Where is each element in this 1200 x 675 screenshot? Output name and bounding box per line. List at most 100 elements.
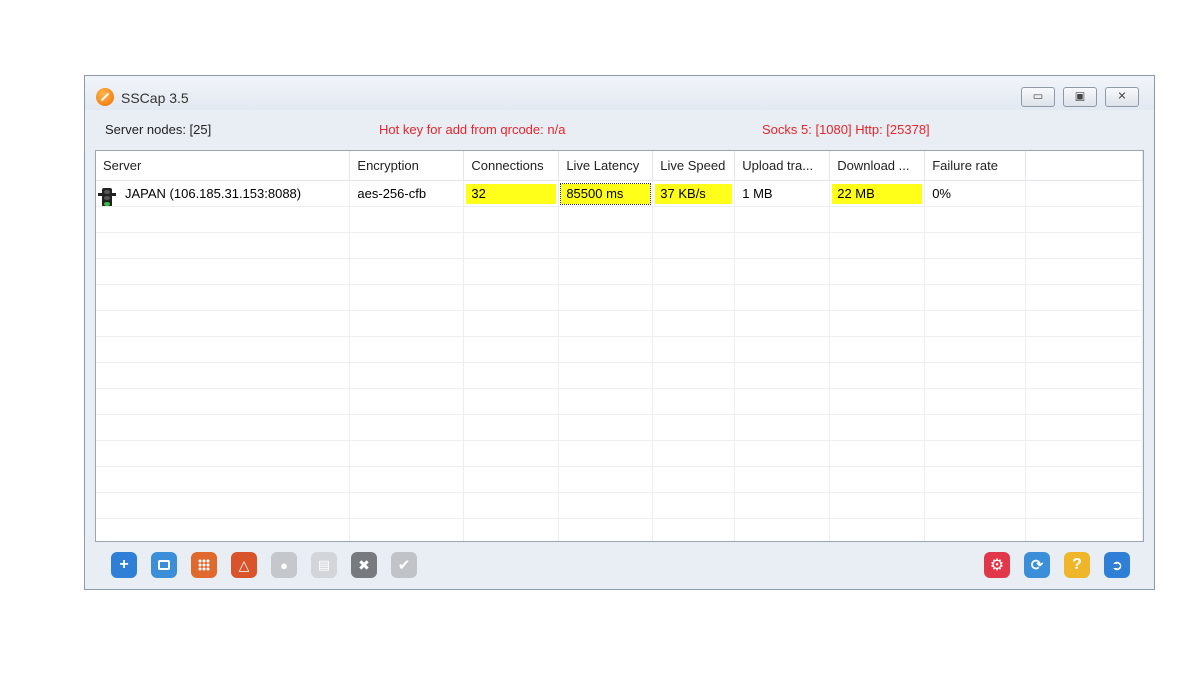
- settings-icon: ⚙: [989, 557, 1005, 574]
- delete-button[interactable]: ✖: [351, 552, 377, 578]
- add-icon: +: [119, 556, 129, 573]
- table-row[interactable]: JAPAN (106.185.31.153:8088) aes-256-cfb …: [96, 180, 1143, 207]
- add-server-button[interactable]: +: [111, 552, 137, 578]
- empty-cell: [829, 310, 926, 337]
- empty-cell: [1025, 492, 1143, 519]
- empty-cell: [349, 310, 465, 337]
- empty-cell: [829, 466, 926, 493]
- settings-button[interactable]: ⚙: [984, 552, 1010, 578]
- empty-cell: [558, 414, 654, 441]
- empty-cell: [734, 440, 831, 467]
- server-cell[interactable]: JAPAN (106.185.31.153:8088): [98, 184, 347, 206]
- empty-cell: [1025, 336, 1143, 363]
- qrcode-button[interactable]: [151, 552, 177, 578]
- empty-table-row: [96, 518, 1143, 541]
- empty-cell: [829, 284, 926, 311]
- empty-table-row: [96, 310, 1143, 337]
- empty-cell: [652, 362, 736, 389]
- help-button[interactable]: ?: [1064, 552, 1090, 578]
- empty-cell: [558, 258, 654, 285]
- empty-cell: [829, 414, 926, 441]
- empty-table-row: [96, 414, 1143, 441]
- maximize-button[interactable]: ▣: [1063, 87, 1097, 107]
- empty-cell: [463, 388, 560, 415]
- download-cell: 22 MB: [832, 183, 923, 204]
- empty-cell: [96, 466, 351, 493]
- empty-table-row: [96, 258, 1143, 285]
- lightbulb-icon: ●: [280, 557, 288, 573]
- close-icon: ✖: [358, 556, 370, 573]
- empty-cell: [96, 336, 351, 363]
- minimize-button[interactable]: ▭: [1021, 87, 1055, 107]
- maximize-icon: ▣: [1074, 90, 1086, 103]
- empty-cell: [734, 466, 831, 493]
- server-list-table[interactable]: Server Encryption Connections Live Laten…: [95, 150, 1144, 542]
- empty-cell: [1025, 362, 1143, 389]
- failure-rate-cell: 0%: [932, 185, 951, 201]
- empty-table-row: [96, 206, 1143, 233]
- empty-cell: [924, 492, 1027, 519]
- empty-cell: [652, 284, 736, 311]
- empty-cell: [924, 362, 1027, 389]
- empty-cell: [829, 206, 926, 233]
- table-header-row: Server Encryption Connections Live Laten…: [96, 151, 1143, 181]
- share-button[interactable]: △: [231, 552, 257, 578]
- empty-cell: [349, 284, 465, 311]
- status-info-bar: Server nodes: [25] Hot key for add from …: [85, 112, 1154, 148]
- empty-cell: [96, 284, 351, 311]
- check-button[interactable]: ✔: [391, 552, 417, 578]
- column-header-live-speed[interactable]: Live Speed: [652, 151, 736, 181]
- column-header-upload[interactable]: Upload tra...: [734, 151, 831, 181]
- connections-cell: 32: [466, 183, 557, 204]
- column-header-server[interactable]: Server: [96, 151, 351, 181]
- empty-cell: [829, 258, 926, 285]
- empty-table-row: [96, 232, 1143, 259]
- close-window-button[interactable]: ✕: [1105, 87, 1139, 107]
- empty-cell: [924, 232, 1027, 259]
- document-button[interactable]: ▤: [311, 552, 337, 578]
- grid-icon: [198, 559, 210, 571]
- server-nodes-count: Server nodes: [25]: [105, 122, 212, 137]
- empty-cell: [463, 518, 560, 541]
- empty-cell: [734, 284, 831, 311]
- empty-cell: [1025, 232, 1143, 259]
- column-header-failure-rate[interactable]: Failure rate: [924, 151, 1027, 181]
- empty-cell: [734, 414, 831, 441]
- empty-cell: [1025, 440, 1143, 467]
- bottom-toolbar: + △ ● ▤ ✖ ✔ ⚙ ⟳ ? ➲: [85, 546, 1154, 586]
- help-icon: ?: [1072, 556, 1082, 573]
- empty-cell: [924, 206, 1027, 233]
- exit-button[interactable]: ➲: [1104, 552, 1130, 578]
- empty-cell: [558, 336, 654, 363]
- empty-cell: [96, 362, 351, 389]
- empty-cell: [96, 232, 351, 259]
- lightbulb-button[interactable]: ●: [271, 552, 297, 578]
- title-bar[interactable]: SSCap 3.5 ▭ ▣ ✕: [85, 76, 1154, 110]
- column-header-connections[interactable]: Connections: [463, 151, 560, 181]
- proxy-ports: Socks 5: [1080] Http: [25378]: [762, 122, 930, 137]
- empty-cell: [463, 336, 560, 363]
- column-header-encryption[interactable]: Encryption: [349, 151, 465, 181]
- empty-cell: [829, 518, 926, 541]
- grid-button[interactable]: [191, 552, 217, 578]
- empty-cell: [734, 206, 831, 233]
- empty-cell: [96, 440, 351, 467]
- empty-cell: [1025, 258, 1143, 285]
- empty-cell: [734, 518, 831, 541]
- column-header-live-latency[interactable]: Live Latency: [558, 151, 654, 181]
- empty-cell: [924, 284, 1027, 311]
- column-header-download[interactable]: Download ...: [829, 151, 926, 181]
- hotkey-status: Hot key for add from qrcode: n/a: [379, 122, 566, 137]
- empty-cell: [924, 336, 1027, 363]
- qrcode-icon: [158, 560, 170, 570]
- latency-cell: 85500 ms: [560, 182, 652, 205]
- empty-cell: [652, 310, 736, 337]
- empty-cell: [96, 388, 351, 415]
- empty-cell: [734, 362, 831, 389]
- refresh-button[interactable]: ⟳: [1024, 552, 1050, 578]
- empty-cell: [734, 310, 831, 337]
- empty-cell: [463, 492, 560, 519]
- empty-cell: [1025, 206, 1143, 233]
- empty-cell: [924, 440, 1027, 467]
- empty-cell: [558, 232, 654, 259]
